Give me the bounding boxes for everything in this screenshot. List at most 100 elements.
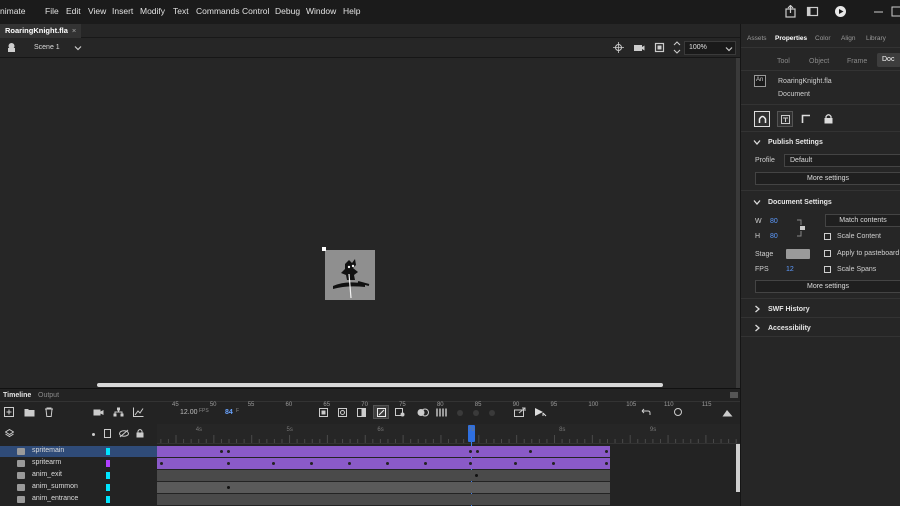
chevron-right-icon[interactable] <box>754 324 761 332</box>
keyframe[interactable] <box>227 486 230 489</box>
keyframe[interactable] <box>272 462 275 465</box>
keyframe[interactable] <box>469 462 472 465</box>
keyframe[interactable] <box>160 462 163 465</box>
layer-name[interactable]: anim_exit <box>32 471 62 478</box>
snap-button[interactable] <box>754 111 770 127</box>
subtab-frame[interactable]: Frame <box>847 58 867 65</box>
subtab-object[interactable]: Object <box>809 58 829 65</box>
frames-spritearm[interactable] <box>157 458 610 469</box>
layer-row-anim-exit[interactable]: anim_exit <box>0 470 157 481</box>
tab-assets[interactable]: Assets <box>747 35 767 42</box>
layer-row-spritemain[interactable]: spritemain <box>0 446 157 457</box>
menu-edit[interactable]: Edit <box>66 6 81 16</box>
outline-icon[interactable] <box>104 429 111 438</box>
menu-insert[interactable]: Insert <box>112 6 133 16</box>
scene-clapper-icon[interactable] <box>6 42 17 53</box>
clip-content-icon[interactable] <box>654 42 665 53</box>
knight-sprite-symbol[interactable] <box>325 250 375 300</box>
zoom-stepper-icon[interactable] <box>673 40 681 55</box>
layer-color-swatch[interactable] <box>106 448 110 455</box>
mountain-zoom-icon[interactable] <box>722 408 733 417</box>
menu-help[interactable]: Help <box>343 6 360 16</box>
subtab-tool[interactable]: Tool <box>777 58 790 65</box>
layer-row-anim-summon[interactable]: anim_summon <box>0 482 157 493</box>
menu-modify[interactable]: Modify <box>140 6 165 16</box>
frames-anim-entrance[interactable] <box>157 494 610 505</box>
lock-icon[interactable] <box>824 113 833 124</box>
layer-name[interactable]: anim_summon <box>32 483 78 490</box>
chevron-right-icon[interactable] <box>754 305 761 313</box>
close-tab-icon[interactable]: × <box>72 26 76 35</box>
menu-commands[interactable]: Commands <box>196 6 239 16</box>
layer-color-swatch[interactable] <box>106 484 110 491</box>
parenting-icon[interactable] <box>113 407 124 417</box>
menu-debug[interactable]: Debug <box>275 6 300 16</box>
frame-view-icon[interactable] <box>436 408 447 417</box>
frames-spritemain[interactable] <box>157 446 610 457</box>
layer-name[interactable]: spritearm <box>32 459 61 466</box>
document-more-settings-button[interactable]: More settings <box>755 280 900 293</box>
keyframe[interactable] <box>476 450 479 453</box>
layer-color-swatch[interactable] <box>106 472 110 479</box>
export-icon[interactable] <box>514 407 526 417</box>
center-frame-icon[interactable] <box>319 408 328 417</box>
publish-more-settings-button[interactable]: More settings <box>755 172 900 185</box>
layout-icon[interactable] <box>806 5 819 18</box>
keyframe[interactable] <box>424 462 427 465</box>
document-tab[interactable]: RoaringKnight.fla × <box>0 24 82 38</box>
fps-value[interactable]: 12.00 <box>180 409 198 416</box>
layer-row-anim-entrance[interactable]: anim_entrance <box>0 494 157 505</box>
match-contents-button[interactable]: Match contents <box>825 214 900 227</box>
new-folder-icon[interactable] <box>24 407 35 417</box>
keyframe[interactable] <box>514 462 517 465</box>
stage-horizontal-scrollbar[interactable] <box>97 383 663 387</box>
center-stage-icon[interactable] <box>613 42 624 53</box>
current-frame-value[interactable]: 84 <box>225 409 233 416</box>
tab-color[interactable]: Color <box>815 35 831 42</box>
stage-area[interactable] <box>0 58 736 388</box>
menu-window[interactable]: Window <box>306 6 336 16</box>
keyframe[interactable] <box>475 474 478 477</box>
accessibility-title[interactable]: Accessibility <box>768 325 811 332</box>
frames-anim-summon[interactable] <box>157 482 610 493</box>
chevron-down-icon[interactable] <box>753 199 761 206</box>
frames-anim-exit[interactable] <box>157 470 610 481</box>
new-layer-icon[interactable] <box>4 407 14 417</box>
layer-row-spritearm[interactable]: spritearm <box>0 458 157 469</box>
tab-library[interactable]: Library <box>866 35 886 42</box>
keyframe[interactable] <box>529 450 532 453</box>
tab-properties[interactable]: Properties <box>775 35 807 42</box>
menu-text[interactable]: Text <box>173 6 189 16</box>
highlight-dot-icon[interactable] <box>92 433 95 436</box>
menu-view[interactable]: View <box>88 6 106 16</box>
layer-color-swatch[interactable] <box>106 460 110 467</box>
keyframe[interactable] <box>469 450 472 453</box>
width-value[interactable]: 80 <box>770 218 778 225</box>
link-dimensions-icon[interactable] <box>796 218 806 238</box>
menu-control[interactable]: Control <box>242 6 269 16</box>
onion-skin-settings-icon[interactable] <box>395 408 405 417</box>
graph-icon[interactable] <box>133 407 144 417</box>
tab-output[interactable]: Output <box>38 392 59 399</box>
chevron-down-icon[interactable] <box>74 44 82 52</box>
chevron-down-icon[interactable] <box>753 139 761 146</box>
tab-timeline[interactable]: Timeline <box>3 392 31 399</box>
keyframe[interactable] <box>605 450 608 453</box>
swf-history-title[interactable]: SWF History <box>768 306 810 313</box>
keyframe[interactable] <box>227 450 230 453</box>
tween-icon[interactable] <box>417 408 429 417</box>
keyframe[interactable] <box>310 462 313 465</box>
trash-icon[interactable] <box>44 407 54 417</box>
camera-icon[interactable] <box>633 42 645 53</box>
apply-to-pasteboard-checkbox[interactable] <box>824 250 831 257</box>
edit-multiple-frames-button[interactable] <box>373 405 389 419</box>
lock-icon[interactable] <box>136 428 144 438</box>
subtab-doc-active[interactable]: Doc <box>877 53 900 67</box>
keyframe[interactable] <box>220 450 223 453</box>
text-settings-button[interactable] <box>777 111 793 127</box>
zoom-field[interactable]: 100% <box>684 41 736 55</box>
profile-dropdown[interactable]: Default <box>784 154 900 167</box>
tab-align[interactable]: Align <box>841 35 855 42</box>
panel-menu-icon[interactable] <box>730 392 738 398</box>
keyframe[interactable] <box>552 462 555 465</box>
